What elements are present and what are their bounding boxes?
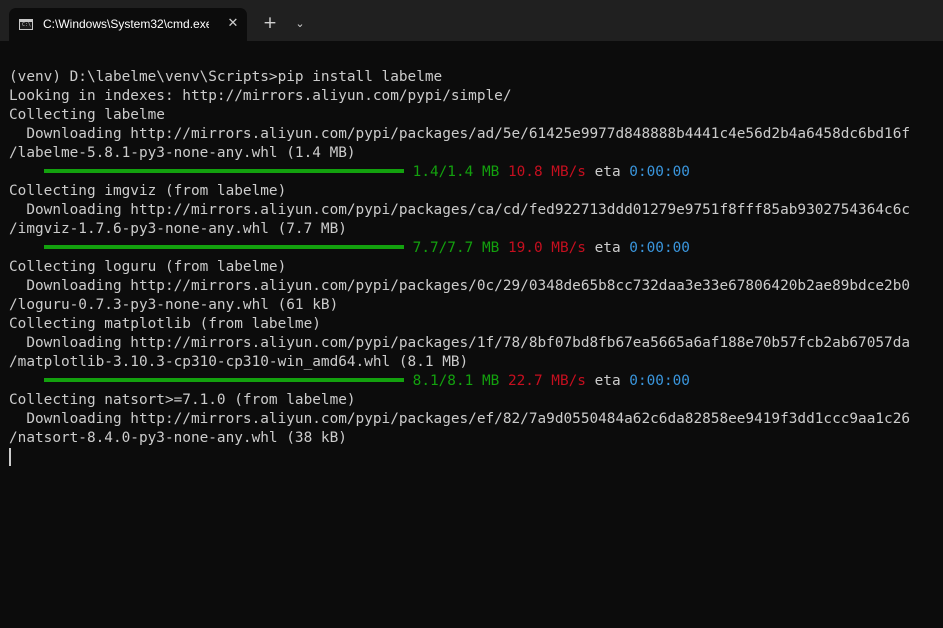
progress-size: 7.7/7.7 MB xyxy=(412,240,500,256)
terminal-line: /matplotlib-3.10.3-cp310-cp310-win_amd64… xyxy=(9,354,469,370)
terminal-line: Downloading http://mirrors.aliyun.com/py… xyxy=(9,126,911,142)
progress-bar xyxy=(43,378,404,382)
terminal-line: Collecting matplotlib (from labelme) xyxy=(9,316,321,332)
text-cursor xyxy=(9,448,11,466)
progress-line: 8.1/8.1 MB 22.7 MB/s eta 0:00:00 xyxy=(9,372,910,391)
terminal-output[interactable]: (venv) D:\labelme\venv\Scripts>pip insta… xyxy=(0,41,943,628)
progress-bar xyxy=(43,245,404,249)
terminal-line: Downloading http://mirrors.aliyun.com/py… xyxy=(9,335,911,351)
terminal-line: Collecting loguru (from labelme) xyxy=(9,259,287,275)
progress-eta-label: eta xyxy=(594,373,621,389)
terminal-line: Downloading http://mirrors.aliyun.com/py… xyxy=(9,411,911,427)
terminal-line: Collecting natsort>=7.1.0 (from labelme) xyxy=(9,392,356,408)
close-icon[interactable]: ✕ xyxy=(225,16,241,32)
progress-speed: 10.8 MB/s xyxy=(507,164,586,180)
terminal-line: Downloading http://mirrors.aliyun.com/py… xyxy=(9,202,911,218)
terminal-line: (venv) D:\labelme\venv\Scripts>pip insta… xyxy=(9,69,443,85)
terminal-line: Collecting labelme xyxy=(9,107,165,123)
progress-speed: 22.7 MB/s xyxy=(507,373,586,389)
progress-eta: 0:00:00 xyxy=(629,164,690,180)
tab-title: C:\Windows\System32\cmd.exe xyxy=(43,17,209,31)
console-icon: C:\ xyxy=(19,19,33,30)
progress-eta: 0:00:00 xyxy=(629,240,690,256)
terminal-line: Looking in indexes: http://mirrors.aliyu… xyxy=(9,88,512,104)
progress-eta-label: eta xyxy=(594,240,621,256)
terminal-line: /imgviz-1.7.6-py3-none-any.whl (7.7 MB) xyxy=(9,221,347,237)
progress-eta: 0:00:00 xyxy=(629,373,690,389)
title-bar: C:\ C:\Windows\System32\cmd.exe ✕ + ⌄ xyxy=(0,0,943,41)
terminal-line: Downloading http://mirrors.aliyun.com/py… xyxy=(9,278,911,294)
progress-size: 8.1/8.1 MB xyxy=(412,373,500,389)
chevron-down-icon[interactable]: ⌄ xyxy=(290,13,310,35)
progress-line: 7.7/7.7 MB 19.0 MB/s eta 0:00:00 xyxy=(9,239,910,258)
terminal-line: Collecting imgviz (from labelme) xyxy=(9,183,287,199)
terminal-line: /natsort-8.4.0-py3-none-any.whl (38 kB) xyxy=(9,430,347,446)
terminal-line: /loguru-0.7.3-py3-none-any.whl (61 kB) xyxy=(9,297,339,313)
terminal-lines: (venv) D:\labelme\venv\Scripts>pip insta… xyxy=(9,68,910,467)
progress-bar xyxy=(43,169,404,173)
terminal-line: /labelme-5.8.1-py3-none-any.whl (1.4 MB) xyxy=(9,145,356,161)
progress-line: 1.4/1.4 MB 10.8 MB/s eta 0:00:00 xyxy=(9,163,910,182)
progress-speed: 19.0 MB/s xyxy=(507,240,586,256)
new-tab-button[interactable]: + xyxy=(259,13,281,35)
progress-size: 1.4/1.4 MB xyxy=(412,164,500,180)
progress-eta-label: eta xyxy=(594,164,621,180)
cursor-line xyxy=(9,448,910,467)
tab-cmd[interactable]: C:\ C:\Windows\System32\cmd.exe ✕ xyxy=(9,8,247,41)
